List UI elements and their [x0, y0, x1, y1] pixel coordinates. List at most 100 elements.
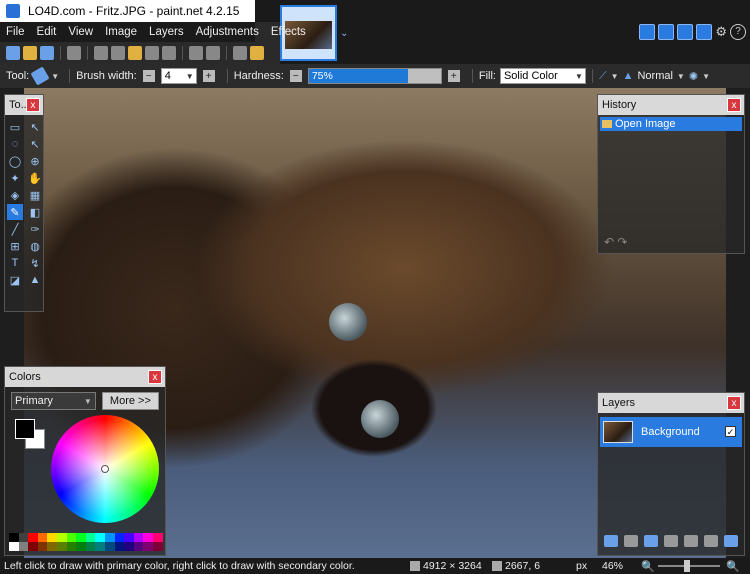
ruler-icon[interactable] [250, 46, 264, 60]
move-layer-up-icon[interactable] [684, 535, 698, 547]
tool-button[interactable]: ⊞ [7, 238, 23, 254]
layer-visibility-checkbox[interactable]: ✓ [725, 426, 736, 437]
palette-swatch[interactable] [76, 542, 86, 551]
layer-properties-icon[interactable] [724, 535, 738, 547]
palette-swatch[interactable] [66, 542, 77, 551]
zoom-out-icon[interactable]: 🔍 [641, 560, 655, 573]
palette-swatch[interactable] [47, 533, 57, 542]
zoom-slider-thumb[interactable] [684, 560, 690, 572]
palette-swatch[interactable] [104, 533, 115, 542]
primary-color-swatch[interactable] [15, 419, 35, 439]
delete-layer-icon[interactable] [624, 535, 638, 547]
colors-panel-close-button[interactable]: x [148, 370, 162, 384]
add-layer-icon[interactable] [604, 535, 618, 547]
hardness-slider[interactable]: 75% [307, 68, 442, 84]
palette-swatch[interactable] [143, 533, 153, 542]
duplicate-layer-icon[interactable] [644, 535, 658, 547]
palette-swatch[interactable] [95, 533, 105, 542]
tool-button[interactable]: ↖ [27, 136, 43, 152]
tool-button[interactable]: ◍ [27, 238, 43, 254]
palette-swatch[interactable] [18, 542, 29, 551]
tool-button[interactable]: T [7, 255, 23, 271]
history-panel-close-button[interactable]: x [727, 98, 741, 112]
copy-icon[interactable] [111, 46, 125, 60]
tool-button[interactable]: ↯ [27, 255, 43, 271]
menu-adjustments[interactable]: Adjustments [190, 26, 265, 38]
antialiasing-icon[interactable]: ⟋ [599, 70, 607, 83]
hardness-decrease-button[interactable]: − [289, 70, 302, 82]
palette-swatch[interactable] [85, 542, 96, 551]
tool-button[interactable]: ↖ [27, 119, 43, 135]
palette-swatch[interactable] [56, 542, 67, 551]
deselect-icon[interactable] [162, 46, 176, 60]
colors-panel-header[interactable]: Colors x [5, 367, 165, 387]
move-layer-down-icon[interactable] [704, 535, 718, 547]
layer-row[interactable]: Background ✓ [600, 417, 742, 447]
colors-toggle-icon[interactable] [696, 24, 713, 40]
brush-width-input[interactable]: 4 ▼ [160, 68, 197, 84]
chevron-down-icon[interactable]: ▼ [575, 72, 583, 81]
palette-swatch[interactable] [18, 533, 29, 542]
print-icon[interactable] [67, 46, 81, 60]
tools-panel-close-button[interactable]: x [26, 98, 40, 112]
brush-width-decrease-button[interactable]: − [142, 70, 155, 82]
brush-width-increase-button[interactable]: + [202, 70, 215, 82]
history-undo-redo-icons[interactable]: ↶ ↷ [604, 235, 627, 249]
antialiasing-dropdown-icon[interactable]: ▼ [611, 72, 619, 81]
palette-swatch[interactable] [66, 533, 77, 542]
palette-swatch[interactable] [56, 533, 67, 542]
palette-swatch[interactable] [47, 542, 57, 551]
palette-swatch[interactable] [76, 533, 86, 542]
palette-swatch[interactable] [85, 533, 96, 542]
tool-button[interactable]: ▲ [27, 272, 43, 288]
redo-icon[interactable] [206, 46, 220, 60]
palette-swatch[interactable] [104, 542, 115, 551]
tool-button[interactable]: ✦ [7, 170, 23, 186]
tool-button[interactable]: ╱ [7, 221, 23, 237]
tool-button[interactable]: ✎ [7, 204, 23, 220]
color-wheel[interactable] [51, 415, 159, 523]
tool-button[interactable]: ◯ [7, 153, 23, 169]
history-item[interactable]: Open Image [600, 117, 742, 131]
help-icon[interactable]: ? [730, 24, 746, 40]
palette-swatch[interactable] [37, 533, 48, 542]
settings-gear-icon[interactable]: ⚙ [715, 24, 727, 40]
tool-button[interactable]: ▭ [7, 119, 23, 135]
alpha-blending-dropdown-icon[interactable]: ▼ [702, 72, 710, 81]
blend-mode-value[interactable]: Normal [637, 70, 672, 82]
save-icon[interactable] [40, 46, 54, 60]
menu-view[interactable]: View [62, 26, 99, 38]
tool-dropdown-icon[interactable]: ▼ [51, 72, 59, 81]
tool-button[interactable]: ◈ [7, 187, 23, 203]
tool-button[interactable]: ✑ [27, 221, 43, 237]
color-wheel-cursor[interactable] [101, 465, 109, 473]
zoom-in-icon[interactable]: 🔍 [726, 560, 740, 573]
fill-select[interactable]: Solid Color ▼ [499, 68, 586, 84]
hardness-increase-button[interactable]: + [447, 70, 460, 82]
menu-edit[interactable]: Edit [31, 26, 63, 38]
menu-file[interactable]: File [0, 26, 31, 38]
menu-effects[interactable]: Effects [265, 26, 312, 38]
crop-to-selection-icon[interactable] [145, 46, 159, 60]
palette-swatch[interactable] [152, 542, 163, 551]
palette-swatch[interactable] [28, 533, 38, 542]
menu-image[interactable]: Image [99, 26, 143, 38]
palette-swatch[interactable] [114, 533, 125, 542]
zoom-slider[interactable] [658, 560, 720, 572]
palette-swatch[interactable] [133, 542, 144, 551]
more-colors-button[interactable]: More >> [101, 392, 159, 410]
palette-swatch[interactable] [152, 533, 163, 542]
blend-mode-dropdown-icon[interactable]: ▼ [677, 72, 685, 81]
tool-button[interactable]: ⊕ [27, 153, 43, 169]
palette-swatch[interactable] [95, 542, 105, 551]
tools-panel-header[interactable]: To... x [5, 95, 43, 115]
palette-swatch[interactable] [9, 533, 19, 542]
units-select[interactable]: px [576, 560, 587, 572]
palette-swatch[interactable] [114, 542, 125, 551]
grid-icon[interactable] [233, 46, 247, 60]
tab-list-dropdown-icon[interactable]: ⌄ [340, 28, 348, 39]
blend-mode-icon[interactable]: ▲ [623, 70, 634, 82]
palette-swatch[interactable] [28, 542, 38, 551]
tools-toggle-icon[interactable] [639, 24, 656, 40]
merge-layer-down-icon[interactable] [664, 535, 678, 547]
